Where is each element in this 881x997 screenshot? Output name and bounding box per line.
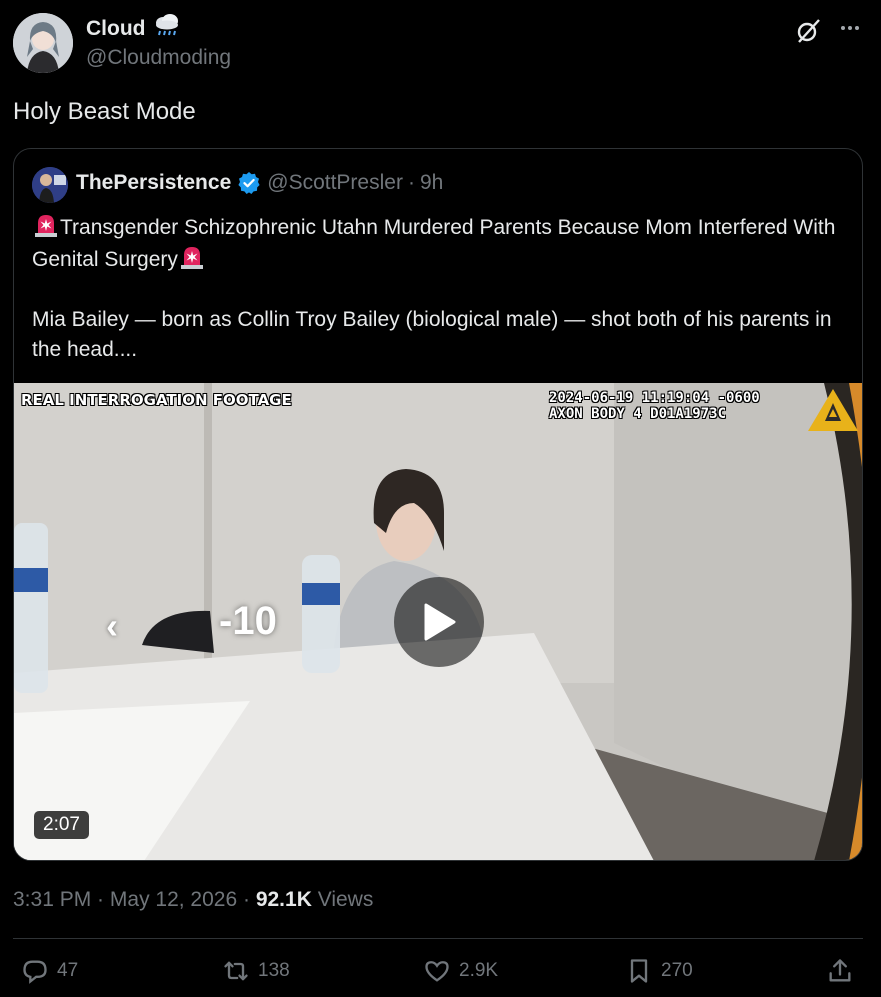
bookmark-icon [630,959,648,983]
rewind-10-button[interactable]: -10 [219,599,277,644]
axon-logo [804,385,862,435]
tweet-meta: 3:31 PM · May 12, 2026 · 92.1K Views [13,888,373,912]
repost-icon [224,961,248,981]
rain-cloud-icon [153,14,181,43]
author-name[interactable]: Cloud [86,17,145,41]
tweet-text: Holy Beast Mode [13,98,196,125]
quoted-name[interactable]: ThePersistence [76,171,231,195]
video-timestamp: 2024-06-19 11:19:04 -0600 AXON BODY 4 D0… [549,390,760,422]
quoted-time[interactable]: 9h [420,171,443,195]
reply-count: 47 [57,960,79,981]
quoted-handle[interactable]: @ScottPresler [267,171,403,195]
reply-button[interactable]: 47 [21,957,78,985]
quoted-line-2: Mia Bailey — born as Collin Troy Bailey … [32,308,832,361]
play-button[interactable] [394,577,484,667]
reply-icon [23,960,47,984]
share-button[interactable] [826,957,854,985]
video-duration: 2:07 [34,811,89,839]
avatar[interactable] [13,13,73,73]
author-handle[interactable]: @Cloudmoding [86,46,231,70]
share-icon [829,959,851,982]
quoted-avatar[interactable] [32,167,68,203]
grok-icon[interactable] [794,17,822,45]
repost-button[interactable]: 138 [222,957,290,985]
video-player[interactable]: REAL INTERROGATION FOOTAGE 2024-06-19 11… [14,383,862,860]
like-count: 2.9K [459,960,499,981]
bookmark-button[interactable]: 270 [625,957,693,985]
siren-icon [178,243,206,271]
more-icon[interactable] [836,14,864,42]
quoted-paragraph-1: Transgender Schizophrenic Utahn Murdered… [32,211,842,275]
verified-icon [237,171,261,195]
post-time[interactable]: 3:31 PM [13,888,91,911]
like-button[interactable]: 2.9K [423,957,498,985]
post-date[interactable]: May 12, 2026 [110,888,237,911]
meta-separator: · [91,888,110,911]
action-bar: 47 138 2.9K 270 [0,957,881,995]
meta-separator: · [237,888,256,911]
views-label: Views [311,888,374,911]
like-icon [425,961,449,982]
rewind-chevron-icon[interactable]: ‹ [106,605,118,647]
quoted-tweet[interactable]: ThePersistence @ScottPresler · 9h Transg… [13,148,863,861]
separator: · [407,171,415,194]
siren-icon [32,211,60,239]
quoted-body: Transgender Schizophrenic Utahn Murdered… [32,211,842,365]
repost-count: 138 [258,960,290,981]
play-icon [424,603,456,641]
views-count: 92.1K [255,888,312,911]
video-overlay-label: REAL INTERROGATION FOOTAGE [21,391,292,409]
divider [13,938,863,939]
bookmark-count: 270 [661,960,693,981]
quoted-line-1: Transgender Schizophrenic Utahn Murdered… [32,216,836,271]
